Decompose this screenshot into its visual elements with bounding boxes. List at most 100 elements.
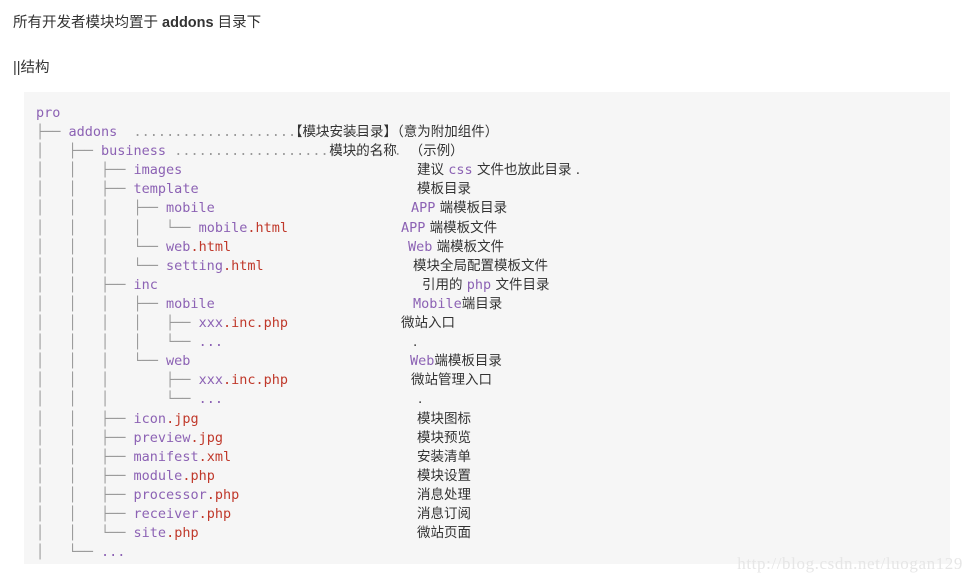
tree-node-name[interactable]: images	[134, 162, 183, 178]
annotation-text: 建议	[417, 162, 449, 179]
annotation-identifier: APP	[411, 200, 436, 217]
tree-node-extension[interactable]: .jpg	[166, 411, 199, 427]
tree-node-extension[interactable]: .php	[207, 487, 240, 503]
tree-node-annotation: Web 端模板文件	[408, 238, 504, 257]
annotation-text: 【模块安装目录】（意为附加组件）	[289, 124, 499, 141]
tree-node-annotation: .	[418, 390, 422, 409]
tree-node-extension[interactable]: .jpg	[190, 430, 223, 446]
tree-node-name[interactable]: mobile	[166, 200, 215, 216]
annotation-text: 安装清单	[417, 448, 471, 465]
tree-branch-glyph: │ │ │ └──	[36, 353, 167, 370]
tree-node-extension[interactable]: .html	[223, 258, 264, 274]
annotation-identifier: Web	[408, 238, 433, 255]
intro-text-after: 目录下	[213, 15, 262, 31]
tree-line: │ │ │ ├── mobile APP 端模板目录	[36, 199, 950, 218]
tree-branch-glyph: │ │ │ ├──	[36, 200, 167, 217]
tree-branch-glyph: ├──	[36, 124, 69, 141]
tree-node-annotation: APP 端模板目录	[411, 199, 507, 218]
tree-node-annotation: .	[413, 333, 417, 352]
annotation-text: 模板目录	[417, 181, 471, 198]
annotation-identifier: php	[466, 276, 492, 293]
tree-node-name[interactable]: site	[134, 525, 167, 541]
tree-node-name[interactable]: mobile	[166, 296, 215, 312]
tree-line: │ │ │ └── setting.html 模块全局配置模板文件	[36, 257, 950, 276]
tree-line: │ │ ├── processor.php 消息处理	[36, 486, 950, 505]
annotation-identifier: css	[448, 162, 473, 179]
tree-node-name[interactable]: ...	[101, 544, 125, 560]
tree-node-annotation: 模块预览	[417, 429, 471, 448]
tree-node-annotation: 微站页面	[417, 524, 471, 543]
tree-node-name[interactable]: icon	[134, 411, 167, 427]
tree-node-annotation: 模块全局配置模板文件	[413, 257, 548, 276]
annotation-text: 微站管理入口	[411, 372, 492, 389]
tree-node-name[interactable]: ...	[199, 334, 223, 350]
annotation-text: 端模板目录	[434, 353, 502, 370]
annotation-text: 模块的名称 （示例）	[325, 143, 464, 160]
tree-node-name[interactable]: manifest	[134, 449, 199, 465]
tree-node-name[interactable]: processor	[134, 487, 207, 503]
annotation-identifier: Web	[410, 353, 435, 370]
tree-node-name[interactable]: addons	[69, 124, 118, 140]
tree-node-extension[interactable]: .php	[166, 525, 199, 541]
section-heading-structure: ||结构	[13, 34, 971, 79]
tree-node-name[interactable]: business	[101, 143, 166, 159]
tree-line: │ │ │ │ ├── xxx.inc.php 微站入口	[36, 314, 950, 333]
intro-keyword-addons: addons	[162, 15, 214, 31]
code-block[interactable]: pro ├── addons ..........................…	[24, 92, 950, 564]
tree-node-extension[interactable]: .xml	[199, 449, 232, 465]
tree-branch-glyph: │ │ │ ├──	[36, 295, 167, 312]
tree-node-annotation: Mobile端目录	[413, 295, 502, 314]
tree-node-name[interactable]: xxx	[199, 315, 223, 331]
tree-node-name[interactable]: pro	[36, 105, 60, 121]
annotation-identifier: Mobile	[413, 295, 462, 312]
tree-line: │ │ │ │ └── mobile.html APP 端模板文件	[36, 219, 950, 238]
tree-node-name[interactable]: web	[166, 239, 190, 255]
tree-node-name[interactable]: preview	[134, 430, 191, 446]
tree-node-extension[interactable]: .inc.php	[223, 372, 288, 388]
tree-node-extension[interactable]: .html	[247, 220, 288, 236]
tree-node-name[interactable]: web	[166, 353, 190, 369]
annotation-text: 文件也放此目录 .	[472, 162, 581, 179]
annotation-text: .	[413, 334, 418, 351]
tree-line: ├── addons .............................…	[36, 123, 950, 142]
tree-node-name[interactable]: xxx	[199, 372, 223, 388]
tree-node-name[interactable]: inc	[134, 277, 158, 293]
tree-node-extension[interactable]: .inc.php	[223, 315, 288, 331]
tree-node-name[interactable]: setting	[166, 258, 223, 274]
annotation-text: 模块图标	[417, 410, 471, 427]
tree-line: │ │ ├── receiver.php 消息订阅	[36, 505, 950, 524]
tree-branch-glyph: │ │ ├──	[36, 467, 134, 484]
tree-line: │ │ │ └── web.html Web 端模板文件	[36, 238, 950, 257]
tree-node-name[interactable]: mobile	[199, 220, 248, 236]
tree-line: │ │ └── site.php 微站页面	[36, 524, 950, 543]
tree-node-name[interactable]: ...	[199, 391, 223, 407]
watermark-url: http://blog.csdn.net/luogan129	[737, 554, 963, 573]
annotation-text: 端模板文件	[432, 238, 505, 255]
tree-line: │ │ │ ├── mobile Mobile端目录	[36, 295, 950, 314]
tree-node-annotation: 消息处理	[417, 486, 471, 505]
tree-node-extension[interactable]: .html	[190, 239, 231, 255]
section-heading-text: ||结构	[13, 60, 50, 76]
annotation-text: 模块预览	[417, 429, 471, 446]
annotation-text: 端模板目录	[435, 200, 508, 217]
annotation-text: 微站入口	[401, 315, 455, 332]
tree-line: │ │ ├── inc 引用的 php 文件目录	[36, 276, 950, 295]
tree-branch-glyph: │ │ │ │ └──	[36, 334, 199, 351]
annotation-text: 微站页面	[417, 525, 471, 542]
article-prose: 所有开发者模块均置于 addons 目录下 ||结构	[0, 0, 971, 79]
tree-line: pro	[36, 104, 950, 123]
tree-branch-glyph: │ │ ├──	[36, 429, 134, 446]
tree-line: │ │ │ └── web Web端模板目录	[36, 352, 950, 371]
tree-branch-glyph: │ │ │ └──	[36, 238, 167, 255]
tree-node-name[interactable]: module	[134, 468, 183, 484]
tree-node-extension[interactable]: .php	[182, 468, 215, 484]
tree-node-name[interactable]: template	[134, 181, 199, 197]
tree-node-annotation: Web端模板目录	[410, 352, 502, 371]
tree-branch-glyph: │ │ │ │ └──	[36, 219, 199, 236]
annotation-text: 消息订阅	[417, 505, 471, 522]
tree-branch-glyph: │ │ ├──	[36, 486, 134, 503]
tree-node-extension[interactable]: .php	[199, 506, 232, 522]
tree-node-name[interactable]: receiver	[134, 506, 199, 522]
tree-node-annotation: 消息订阅	[417, 505, 471, 524]
tree-branch-glyph: │ │ │ └──	[36, 257, 167, 274]
